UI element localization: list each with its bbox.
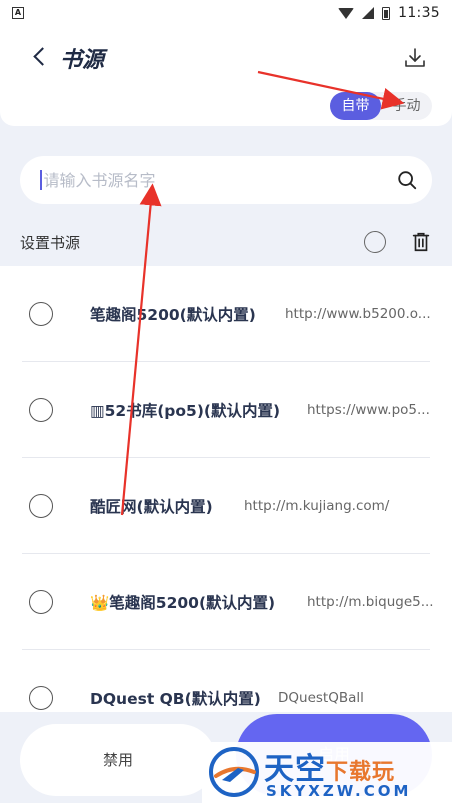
source-url: http://m.biquge5... [307,594,434,610]
section-header: 设置书源 [20,230,432,254]
list-item[interactable]: 👑笔趣阁5200(默认内置) http://m.biquge5... [0,554,452,650]
list-item[interactable]: 酷匠网(默认内置) http://m.kujiang.com/ [0,458,452,554]
select-all-circle-icon[interactable] [364,231,386,253]
watermark-logo-icon [209,747,259,797]
watermark: 天空下载玩 SKYXZW.COM [202,742,452,803]
page-title: 书源 [60,48,105,73]
radio-button[interactable] [29,302,53,326]
source-mode-toggle: 自带 手动 [330,92,432,120]
radio-button[interactable] [29,398,53,422]
download-icon[interactable] [403,46,427,70]
source-name: 笔趣阁5200(默认内置) [90,306,256,324]
header: 书源 自带 手动 [0,26,452,126]
signal-icon [362,7,375,19]
back-arrow-icon[interactable] [32,48,50,66]
battery-icon [382,6,391,20]
source-url: https://www.po5... [307,402,430,418]
source-name: DQuest QB(默认内置) [90,690,261,708]
search-input[interactable] [43,170,396,190]
radio-button[interactable] [29,590,53,614]
disable-button[interactable]: 禁用 [20,724,216,796]
status-time: 11:35 [398,5,440,21]
app-notification-icon: A [12,7,24,19]
section-label: 设置书源 [20,233,81,252]
source-name: 酷匠网(默认内置) [90,498,213,516]
source-url: http://m.kujiang.com/ [244,498,390,514]
source-name: 👑笔趣阁5200(默认内置) [90,594,276,612]
search-icon[interactable] [396,169,418,191]
list-item[interactable]: 笔趣阁5200(默认内置) http://www.b5200.o... [0,266,452,362]
toggle-option-builtin[interactable]: 自带 [330,92,381,120]
wifi-icon [338,7,355,19]
radio-button[interactable] [29,686,53,710]
toggle-option-manual[interactable]: 手动 [381,92,432,120]
watermark-subtitle: SKYXZW.COM [266,782,412,800]
status-bar: A 11:35 [0,0,452,26]
trash-icon[interactable] [410,231,432,253]
source-name: ▥52书库(po5)(默认内置) [90,402,281,420]
status-icons: 11:35 [338,5,440,21]
search-bar [20,156,432,204]
source-url: DQuestQBall [278,690,364,706]
text-cursor [40,170,42,190]
list-item[interactable]: ▥52书库(po5)(默认内置) https://www.po5... [0,362,452,458]
source-url: http://www.b5200.o... [285,306,431,322]
radio-button[interactable] [29,494,53,518]
